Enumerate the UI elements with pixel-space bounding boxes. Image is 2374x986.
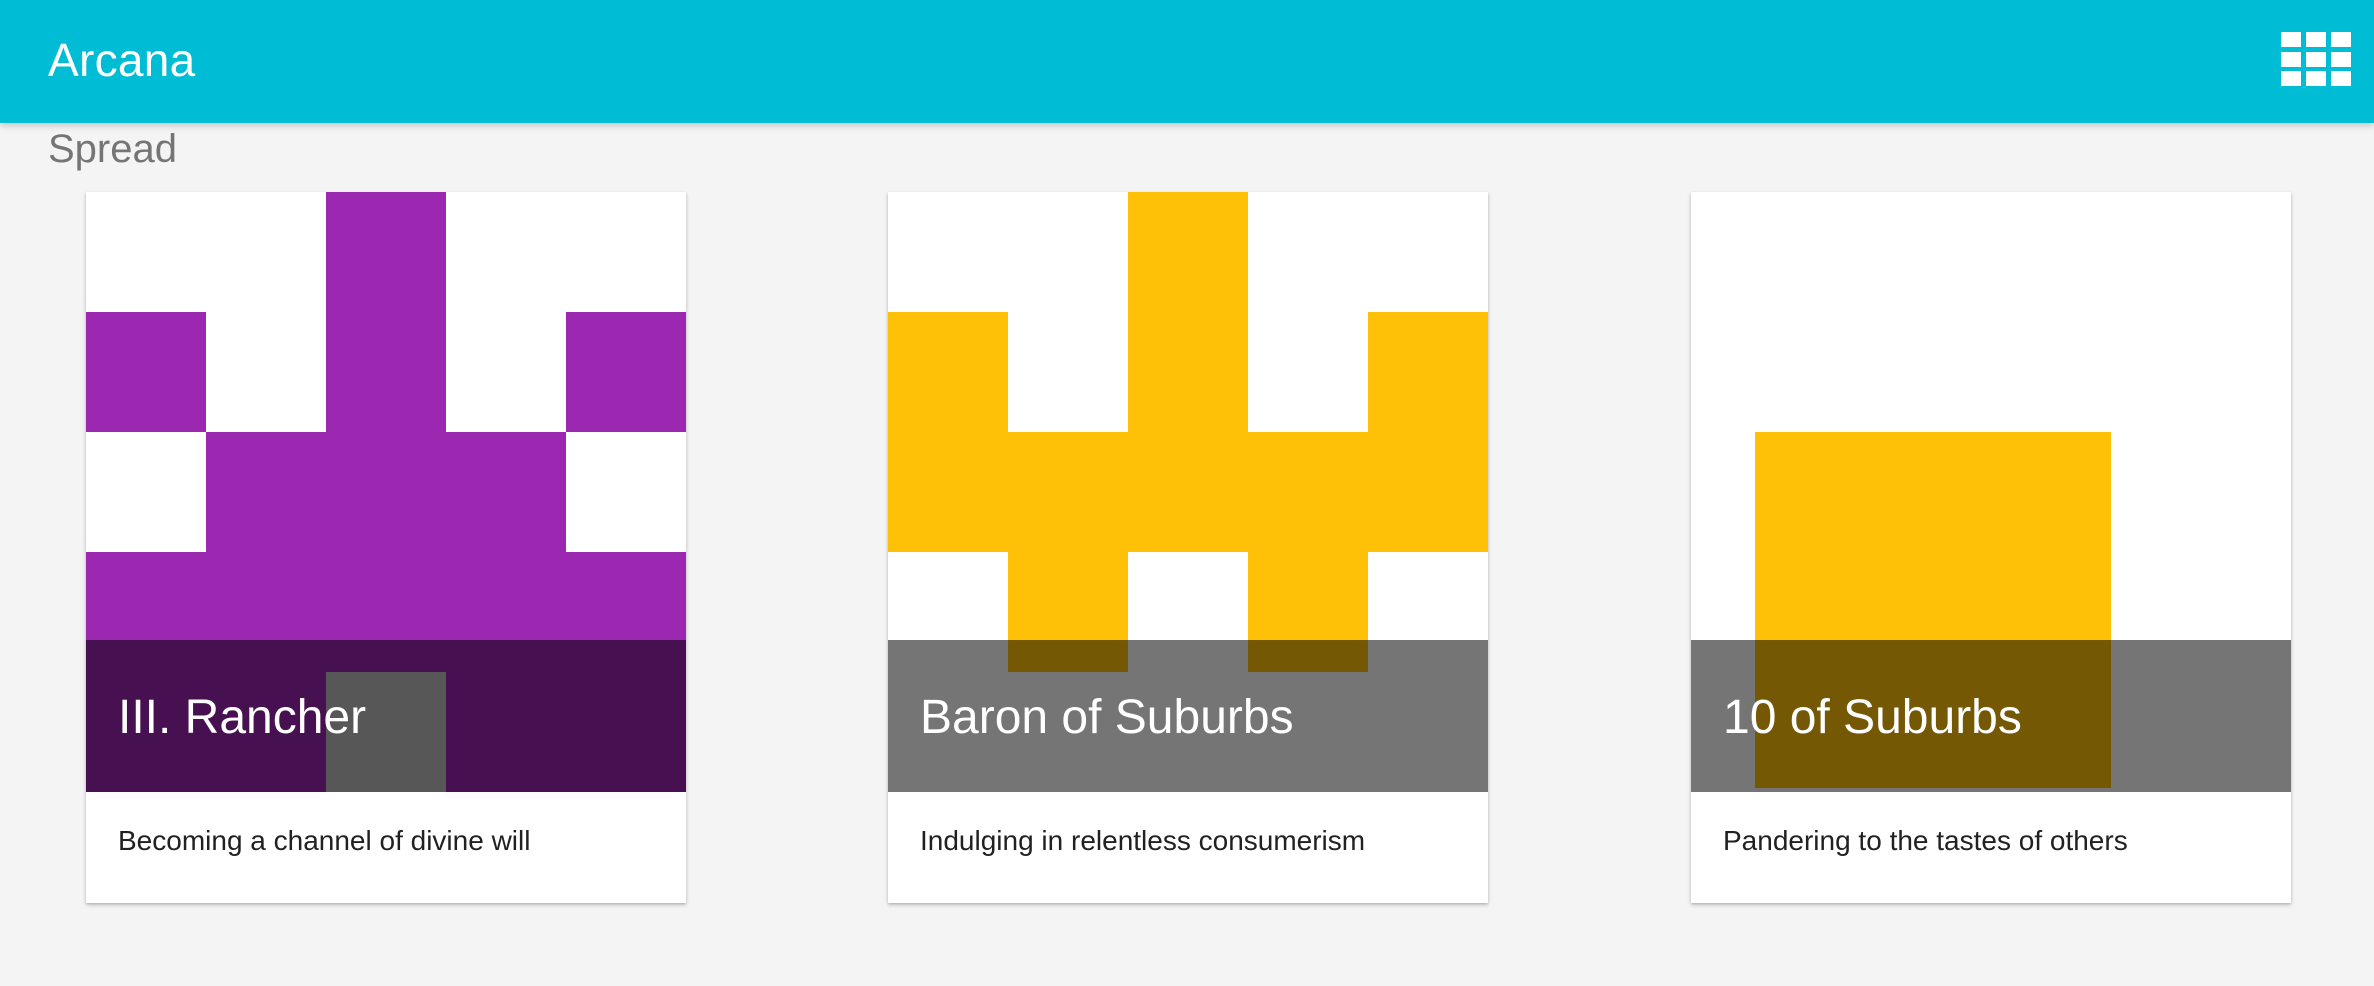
card-description: Pandering to the tastes of others xyxy=(1723,825,2128,856)
section-title: Spread xyxy=(48,127,177,171)
card-description: Becoming a channel of divine will xyxy=(118,825,531,856)
card-10-of-suburbs[interactable]: 10 of Suburbs Pandering to the tastes of… xyxy=(1691,192,2291,903)
app-title: Arcana xyxy=(48,34,196,86)
card-title: 10 of Suburbs xyxy=(1723,691,2022,744)
grid-icon[interactable] xyxy=(2281,32,2351,86)
card-title: Baron of Suburbs xyxy=(920,691,1294,744)
card-rancher[interactable]: III. Rancher Becoming a channel of divin… xyxy=(86,192,686,903)
card-title: III. Rancher xyxy=(118,691,367,744)
card-description: Indulging in relentless consumerism xyxy=(920,825,1366,856)
card-baron-of-suburbs[interactable]: Baron of Suburbs Indulging in relentless… xyxy=(888,192,1488,903)
app-bar: Arcana xyxy=(0,0,2374,123)
